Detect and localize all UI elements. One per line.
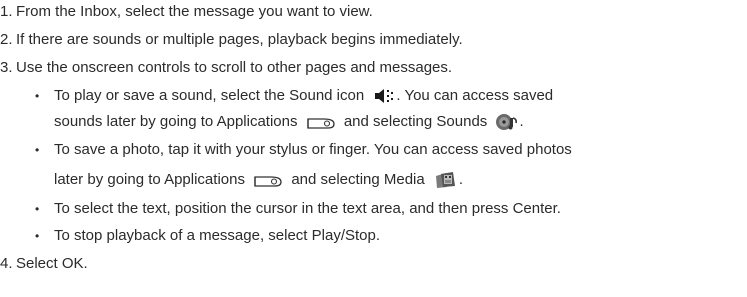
applications-icon [306,115,336,129]
instructions-document: 1. From the Inbox, select the message yo… [0,0,747,297]
bullet-text: To stop playback of a message, select Pl… [54,227,381,244]
step-text: From the Inbox, select the message you w… [16,3,373,20]
step-text: Select OK. [16,255,88,272]
bullet-text: . [458,171,464,188]
bullet-marker: • [35,229,40,243]
bullet-text: and selecting Sounds [343,113,488,130]
media-app-icon [433,170,459,190]
step-number: 3. [0,59,13,76]
bullet-text: . You can access saved [396,87,554,104]
step-number: 2. [0,31,13,48]
sounds-app-icon [495,112,519,132]
applications-icon [253,173,283,187]
bullet-text: To select the text, position the cursor … [54,200,561,217]
step-number: 4. [0,255,13,272]
bullet-text: and selecting Media [291,171,425,188]
bullet-marker: • [35,202,40,216]
speaker-sound-icon [374,88,396,104]
bullet-text: sounds later by going to Applications [54,113,298,130]
step-text: If there are sounds or multiple pages, p… [16,31,463,48]
bullet-text: . [519,113,524,130]
bullet-marker: • [35,89,40,103]
bullet-text: To play or save a sound, select the Soun… [54,87,365,104]
bullet-text: To save a photo, tap it with your stylus… [54,141,572,158]
bullet-text: later by going to Applications [54,171,245,188]
step-text: Use the onscreen controls to scroll to o… [16,59,453,76]
step-number: 1. [0,3,13,20]
bullet-marker: • [35,143,40,157]
